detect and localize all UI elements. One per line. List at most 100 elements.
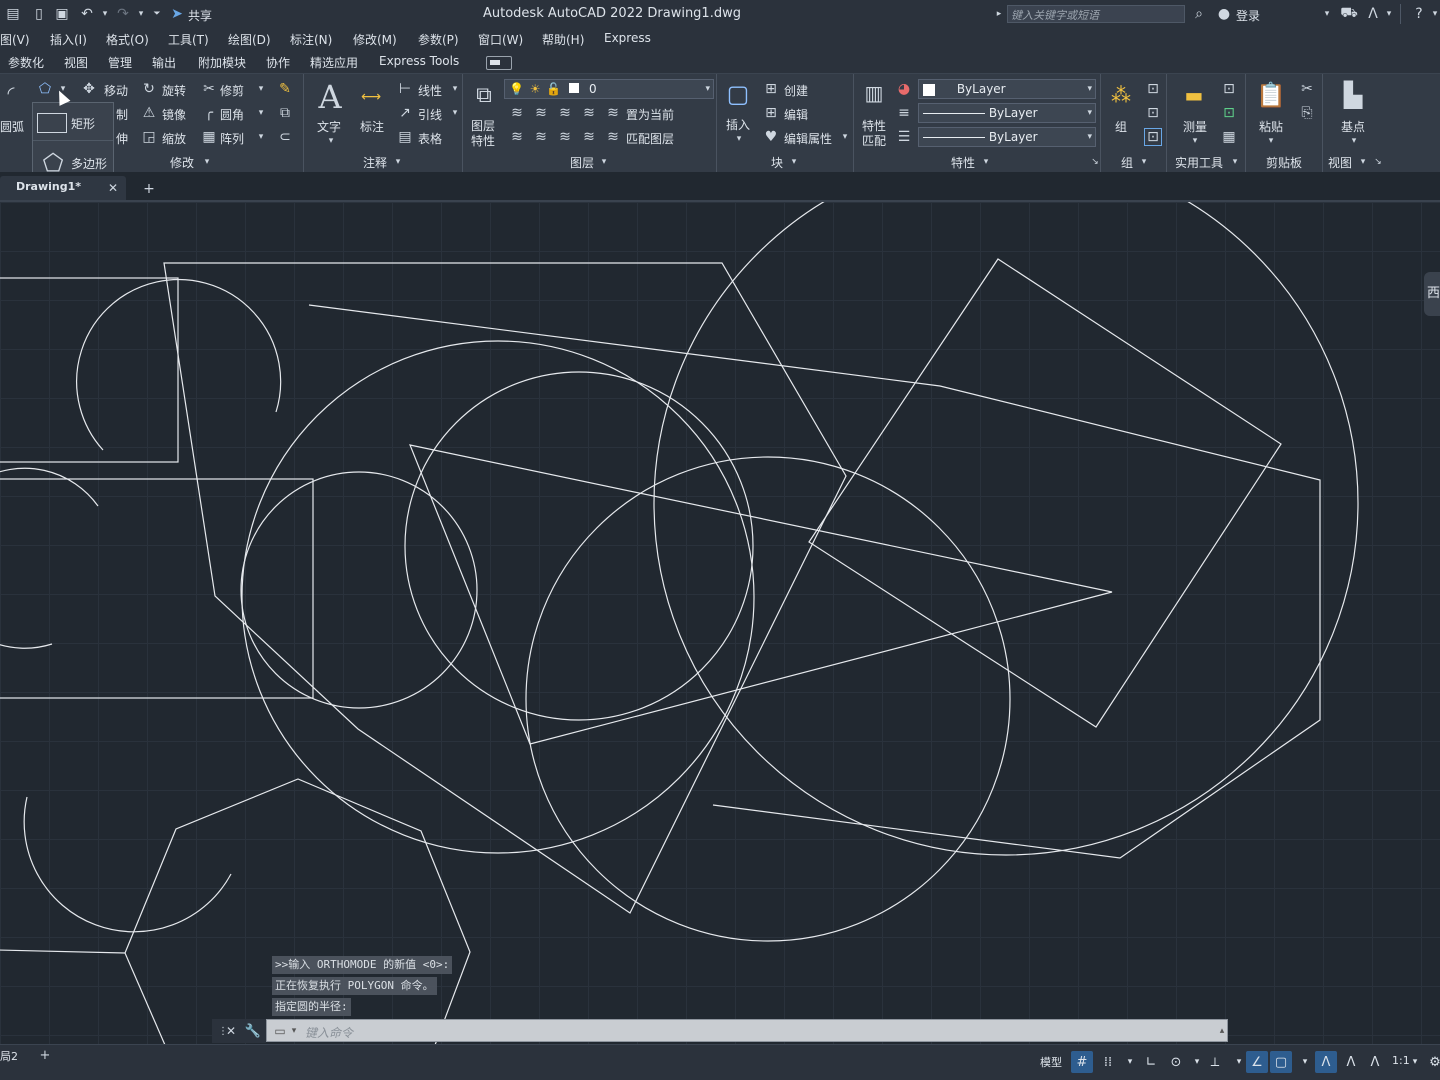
app-dropdown-icon[interactable]: ▾ xyxy=(1380,5,1398,23)
close-command-icon[interactable]: ✕ xyxy=(222,1022,240,1040)
table-label[interactable]: 表格 xyxy=(418,130,442,147)
signin-dropdown-icon[interactable]: ▾ xyxy=(1318,5,1336,23)
mirror-icon[interactable]: ⚠ xyxy=(140,104,158,122)
tab-drawing1[interactable]: Drawing1* ✕ xyxy=(0,176,126,200)
polar-tracking-icon[interactable]: ⊙ xyxy=(1165,1051,1187,1073)
clipboard-panel-label[interactable]: 剪贴板 xyxy=(1266,154,1302,171)
edit-attributes-dropdown-icon[interactable]: ▾ xyxy=(836,128,854,146)
cut-icon[interactable]: ✂ xyxy=(1298,80,1316,98)
annotation-panel-expand-icon[interactable]: ▾ xyxy=(389,153,407,171)
array-label[interactable]: 阵列 xyxy=(220,130,244,147)
tab-manage[interactable]: 管理 xyxy=(108,54,132,71)
menu-view[interactable]: 图(V) xyxy=(0,31,30,48)
menu-modify[interactable]: 修改(M) xyxy=(353,31,397,48)
menu-tools[interactable]: 工具(T) xyxy=(168,31,209,48)
close-tab-icon[interactable]: ✕ xyxy=(104,179,122,197)
layer-freeze-icon[interactable]: ≋ xyxy=(556,104,574,122)
dimension-label[interactable]: 标注 xyxy=(360,118,384,135)
move-icon[interactable]: ✥ xyxy=(80,80,98,98)
add-layout-icon[interactable]: + xyxy=(36,1046,54,1064)
object-snap-tracking-icon[interactable]: ∠ xyxy=(1246,1051,1268,1073)
base-view-icon[interactable]: ▙ xyxy=(1336,80,1370,110)
groups-panel-expand-icon[interactable]: ▾ xyxy=(1135,153,1153,171)
annotation-scale-icon[interactable]: Ʌ xyxy=(1364,1051,1386,1073)
match-layer-label[interactable]: 匹配图层 xyxy=(626,130,674,147)
group-icon[interactable]: ⁂ xyxy=(1106,80,1136,110)
search-icon[interactable]: ⌕ xyxy=(1190,5,1208,23)
fillet-icon[interactable]: ╭ xyxy=(200,104,218,122)
share-label[interactable]: 共享 xyxy=(188,7,212,24)
select-all-icon[interactable]: ⊡ xyxy=(1220,104,1238,122)
annotation-panel-label[interactable]: 注释 xyxy=(363,154,387,171)
create-label[interactable]: 创建 xyxy=(784,82,808,99)
copy-clip-icon[interactable]: ⎘ xyxy=(1298,104,1316,122)
linetype-icon[interactable]: ≡ xyxy=(895,104,913,122)
tab-output[interactable]: 输出 xyxy=(152,54,176,71)
copy-label[interactable]: 制 xyxy=(116,106,128,123)
tab-parametric[interactable]: 参数化 xyxy=(8,54,44,71)
snap-icon[interactable]: ⁞⁞ xyxy=(1097,1051,1119,1073)
view-panel-label[interactable]: 视图 xyxy=(1328,154,1352,171)
create-block-icon[interactable]: ⊞ xyxy=(762,80,780,98)
erase-icon[interactable]: ✎ xyxy=(276,80,294,98)
signin-label[interactable]: 登录 xyxy=(1236,7,1260,24)
match-layer-icon[interactable]: ≋ xyxy=(604,128,622,146)
layer-properties-label-2[interactable]: 特性 xyxy=(471,132,495,149)
group-label[interactable]: 组 xyxy=(1115,118,1127,135)
paste-dropdown-icon[interactable]: ▾ xyxy=(1262,132,1280,150)
view-dialog-launcher-icon[interactable]: ↘ xyxy=(1369,153,1387,171)
text-icon[interactable]: A xyxy=(316,78,344,116)
group-edit-icon[interactable]: ⊡ xyxy=(1144,104,1162,122)
menu-insert[interactable]: 插入(I) xyxy=(50,31,87,48)
layer-off-icon[interactable]: ≋ xyxy=(508,104,526,122)
fillet-dropdown-icon[interactable]: ▾ xyxy=(252,104,270,122)
make-current-label[interactable]: 置为当前 xyxy=(626,106,674,123)
command-history-toggle-icon[interactable]: ▴ xyxy=(1213,1022,1231,1040)
expand-arrow-icon[interactable]: ▸ xyxy=(990,5,1008,23)
array-icon[interactable]: ▦ xyxy=(200,128,218,146)
linear-label[interactable]: 线性 xyxy=(418,82,442,99)
color-select[interactable]: ByLayer ▾ xyxy=(918,79,1096,99)
tab-express-tools[interactable]: Express Tools xyxy=(379,54,459,68)
leader-label[interactable]: 引线 xyxy=(418,106,442,123)
ribbon-minimize-button[interactable] xyxy=(486,56,512,70)
measure-dropdown-icon[interactable]: ▾ xyxy=(1186,132,1204,150)
block-panel-label[interactable]: 块 xyxy=(771,154,783,171)
modify-panel-label[interactable]: 修改 xyxy=(170,154,194,171)
arc-label[interactable]: 圆弧 xyxy=(0,118,24,135)
lineweight-select[interactable]: ByLayer ▾ xyxy=(918,127,1096,147)
move-label[interactable]: 移动 xyxy=(104,82,128,99)
tab-featured-apps[interactable]: 精选应用 xyxy=(310,54,358,71)
measure-icon[interactable]: ▬ xyxy=(1178,80,1210,110)
group-selection-icon[interactable]: ⊡ xyxy=(1144,128,1162,146)
share-icon[interactable]: ➤ xyxy=(168,5,186,23)
annotation-visibility-icon[interactable]: Ʌ xyxy=(1315,1051,1337,1073)
tab-view[interactable]: 视图 xyxy=(64,54,88,71)
object-snap-icon[interactable]: ▢ xyxy=(1270,1051,1292,1073)
offset-icon[interactable]: ⊂ xyxy=(276,128,294,146)
customize-command-icon[interactable]: 🔧 xyxy=(244,1022,262,1040)
menu-draw[interactable]: 绘图(D) xyxy=(228,31,271,48)
tab-addins[interactable]: 附加模块 xyxy=(198,54,246,71)
edit-label[interactable]: 编辑 xyxy=(784,106,808,123)
new-tab-icon[interactable]: + xyxy=(140,180,158,198)
model-space-button[interactable]: 模型 xyxy=(1040,1054,1062,1070)
menu-parametric[interactable]: 参数(P) xyxy=(418,31,459,48)
scale-dropdown-icon[interactable]: ▾ xyxy=(1404,1051,1426,1073)
layer-isolate-icon[interactable]: ≋ xyxy=(532,104,550,122)
array-dropdown-icon[interactable]: ▾ xyxy=(252,128,270,146)
dimension-icon[interactable]: ⟷ xyxy=(354,82,388,112)
drawing-canvas[interactable]: 西 xyxy=(0,202,1440,1044)
layer-thaw-all-icon[interactable]: ≋ xyxy=(556,128,574,146)
isometric-icon[interactable]: ⟂ xyxy=(1204,1051,1226,1073)
match-properties-label-2[interactable]: 匹配 xyxy=(862,132,886,149)
modify-panel-expand-icon[interactable]: ▾ xyxy=(198,153,216,171)
ortho-icon[interactable]: ∟ xyxy=(1140,1051,1162,1073)
undo-dropdown-icon[interactable]: ▾ xyxy=(96,5,114,23)
print-icon[interactable]: ▣ xyxy=(53,5,71,23)
match-properties-icon[interactable]: ▥ xyxy=(860,78,888,108)
search-input[interactable]: 键入关键字或短语 xyxy=(1007,5,1185,23)
layer-walk-icon[interactable]: ≋ xyxy=(508,128,526,146)
rotate-label[interactable]: 旋转 xyxy=(162,82,186,99)
user-icon[interactable]: ● xyxy=(1215,5,1233,23)
